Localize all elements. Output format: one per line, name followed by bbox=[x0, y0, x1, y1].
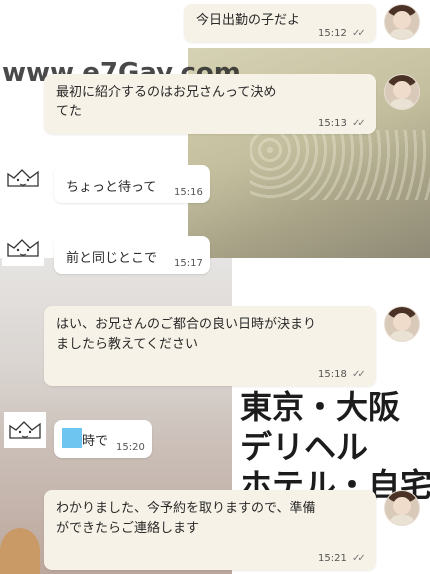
message-time: 15:12 bbox=[318, 28, 347, 39]
message-text-line: ましたら教えてください bbox=[56, 337, 198, 352]
message-text-line: 最初に紹介するのはお兄さんって決め bbox=[56, 85, 277, 100]
cat-avatar-icon[interactable] bbox=[4, 412, 46, 448]
message-bubble-incoming[interactable]: 前と同じとこで 15:17 bbox=[54, 236, 210, 274]
message-time: 15:21 bbox=[318, 553, 347, 564]
message-text: ちょっと待って bbox=[66, 180, 157, 195]
double-check-icon: ✓✓ bbox=[352, 369, 366, 380]
avatar[interactable] bbox=[384, 490, 420, 526]
message-bubble-incoming[interactable]: ちょっと待って 15:16 bbox=[54, 165, 210, 203]
message-bubble-outgoing[interactable]: わかりました、今予約を取りますので、準備 ができたらご連絡します 15:21 ✓… bbox=[44, 490, 376, 570]
message-bubble-outgoing[interactable]: 最初に紹介するのはお兄さんって決め てた 15:13 ✓✓ bbox=[44, 74, 376, 134]
double-check-icon: ✓✓ bbox=[352, 118, 366, 129]
message-bubble-outgoing[interactable]: はい、お兄さんのご都合の良い日時が決まり ましたら教えてください 15:18 ✓… bbox=[44, 306, 376, 386]
message-time: 15:16 bbox=[174, 187, 203, 198]
message-text-line: はい、お兄さんのご都合の良い日時が決まり bbox=[56, 317, 317, 332]
message-bubble-outgoing[interactable]: 今日出勤の子だよ 15:12 ✓✓ bbox=[184, 4, 376, 42]
cat-avatar-icon[interactable] bbox=[2, 160, 44, 196]
background-lace-pattern bbox=[250, 130, 430, 200]
message-bubble-incoming[interactable]: 時で 15:20 bbox=[54, 420, 152, 458]
redaction-block bbox=[62, 428, 82, 448]
message-text-line: わかりました、今予約を取りますので、準備 bbox=[56, 501, 316, 516]
message-text: 前と同じとこで bbox=[66, 251, 158, 266]
message-time: 15:17 bbox=[174, 258, 203, 269]
background-teddy bbox=[0, 528, 40, 574]
avatar[interactable] bbox=[384, 4, 420, 40]
avatar[interactable] bbox=[384, 74, 420, 110]
message-text-line: ができたらご連絡します bbox=[56, 521, 200, 536]
message-text: 時で bbox=[82, 434, 109, 449]
message-time: 15:18 bbox=[318, 369, 347, 380]
double-check-icon: ✓✓ bbox=[352, 553, 366, 564]
message-time: 15:20 bbox=[116, 442, 145, 453]
message-text: 今日出勤の子だよ bbox=[196, 13, 301, 28]
avatar[interactable] bbox=[384, 306, 420, 342]
cat-avatar-icon[interactable] bbox=[2, 230, 44, 266]
double-check-icon: ✓✓ bbox=[352, 28, 366, 39]
message-text-line: てた bbox=[56, 104, 83, 119]
message-time: 15:13 bbox=[318, 118, 347, 129]
